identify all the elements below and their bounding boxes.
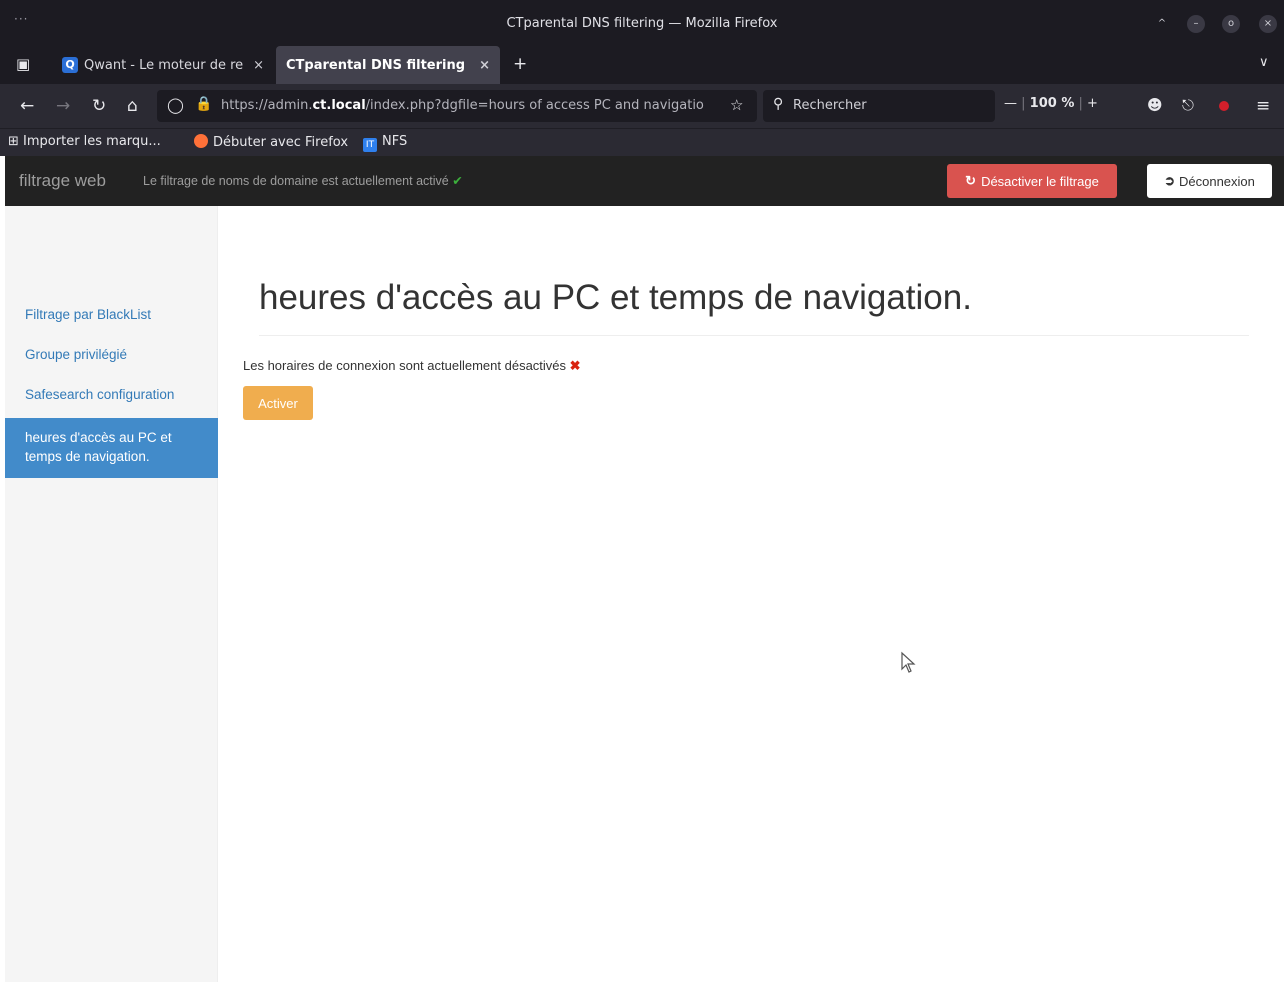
tab-strip: ▣ Q Qwant - Le moteur de re × CTparental… (0, 46, 1284, 84)
tab-list-icon[interactable]: ∨ (1259, 55, 1269, 70)
qwant-icon: Q (62, 57, 78, 73)
tab-ctparental[interactable]: CTparental DNS filtering × (276, 46, 500, 84)
zoom-controls: — | 100 % | + (1004, 96, 1098, 111)
import-icon: ⊞ (8, 134, 19, 149)
back-icon[interactable]: ← (20, 96, 34, 116)
new-tab-button[interactable]: + (513, 54, 527, 74)
zoom-in-button[interactable]: + (1087, 96, 1098, 111)
zoom-level[interactable]: 100 % (1030, 96, 1075, 111)
app-navbar: filtrage web Le filtrage de noms de doma… (5, 156, 1284, 206)
tab-qwant[interactable]: Q Qwant - Le moteur de re × (52, 46, 274, 84)
nav-bar: ← → ↻ ⌂ ◯ 🔒 https://admin.ct.local/index… (0, 84, 1284, 128)
window-maximize-icon[interactable]: o (1222, 15, 1240, 33)
sidebar: Filtrage par BlackList Groupe privilégié… (5, 206, 218, 982)
bookmark-star-icon[interactable]: ☆ (730, 96, 743, 114)
bookmark-firefox[interactable]: Débuter avec Firefox (194, 134, 348, 150)
disable-filtering-label: Désactiver le filtrage (981, 173, 1099, 189)
url-bar[interactable]: ◯ 🔒 https://admin.ct.local/index.php?dgf… (157, 90, 757, 122)
sidebar-item-access-hours[interactable]: heures d'accès au PC et temps de navigat… (5, 418, 218, 478)
url-text[interactable]: https://admin.ct.local/index.php?dgfile=… (221, 98, 704, 113)
logout-label: Déconnexion (1179, 173, 1255, 189)
page-title: heures d'accès au PC et temps de navigat… (259, 278, 972, 317)
bookmarks-bar: ⊞ Importer les marqu... Débuter avec Fir… (0, 128, 1284, 156)
ublock-icon[interactable] (1219, 101, 1229, 111)
url-prefix: https://admin. (221, 98, 313, 113)
bookmark-label: Importer les marqu... (23, 134, 161, 149)
search-input[interactable]: ⚲ Rechercher (763, 90, 995, 122)
tab-overview-icon[interactable]: ▣ (16, 55, 30, 73)
window-shade-icon[interactable]: ^ (1153, 15, 1171, 33)
sidebar-item-safesearch[interactable]: Safesearch configuration (5, 387, 218, 402)
activate-button[interactable]: Activer (243, 386, 313, 420)
url-domain: ct.local (312, 98, 366, 113)
bookmark-import[interactable]: ⊞ Importer les marqu... (8, 134, 161, 149)
bookmark-label: Débuter avec Firefox (213, 135, 349, 150)
search-placeholder: Rechercher (793, 98, 867, 113)
bookmark-label: NFS (382, 134, 408, 149)
logout-icon: ➲ (1164, 173, 1175, 188)
cross-icon: ✖ (569, 358, 581, 373)
home-icon[interactable]: ⌂ (127, 96, 138, 116)
sidebar-item-blacklist[interactable]: Filtrage par BlackList (5, 307, 218, 322)
extensions-icon[interactable]: ⎋ (1182, 96, 1194, 114)
sidebar-item-privileged-group[interactable]: Groupe privilégié (5, 347, 218, 362)
account-icon[interactable]: ☻ (1147, 96, 1163, 114)
tab-label: CTparental DNS filtering (286, 57, 466, 73)
it-icon: IT (363, 138, 377, 152)
firefox-icon (194, 134, 208, 148)
schedule-status: Les horaires de connexion sont actuellem… (243, 358, 581, 374)
search-icon: ⚲ (773, 96, 784, 112)
menu-icon[interactable]: ≡ (1256, 96, 1270, 116)
app-brand[interactable]: filtrage web (19, 171, 106, 191)
reload-icon[interactable]: ↻ (92, 96, 106, 116)
window-title-bar: ··· CTparental DNS filtering — Mozilla F… (0, 0, 1284, 46)
check-icon: ✔ (452, 174, 463, 188)
schedule-status-text: Les horaires de connexion sont actuellem… (243, 358, 567, 373)
mouse-cursor-icon (901, 651, 916, 673)
logout-button[interactable]: ➲ Déconnexion (1147, 164, 1272, 198)
tab-label: Qwant - Le moteur de re (84, 57, 244, 73)
window-title: CTparental DNS filtering — Mozilla Firef… (506, 16, 778, 31)
window-close-icon[interactable]: × (1259, 15, 1277, 33)
tab-close-icon[interactable]: × (479, 58, 490, 73)
tab-close-icon[interactable]: × (253, 58, 264, 73)
disable-filtering-button[interactable]: ↻ Désactiver le filtrage (947, 164, 1117, 198)
lock-icon[interactable]: 🔒 (195, 96, 212, 112)
forward-icon[interactable]: → (56, 96, 70, 116)
bookmark-nfs[interactable]: IT NFS (363, 134, 407, 152)
title-divider (259, 335, 1249, 336)
tracking-protection-icon[interactable]: ◯ (167, 96, 184, 114)
url-suffix: /index.php?dgfile=hours of access PC and… (365, 98, 704, 113)
filter-status-text: Le filtrage de noms de domaine est actue… (143, 174, 449, 188)
filter-status: Le filtrage de noms de domaine est actue… (143, 173, 463, 188)
refresh-icon: ↻ (965, 173, 977, 188)
zoom-out-button[interactable]: — (1004, 96, 1017, 111)
window-minimize-icon[interactable]: – (1187, 15, 1205, 33)
